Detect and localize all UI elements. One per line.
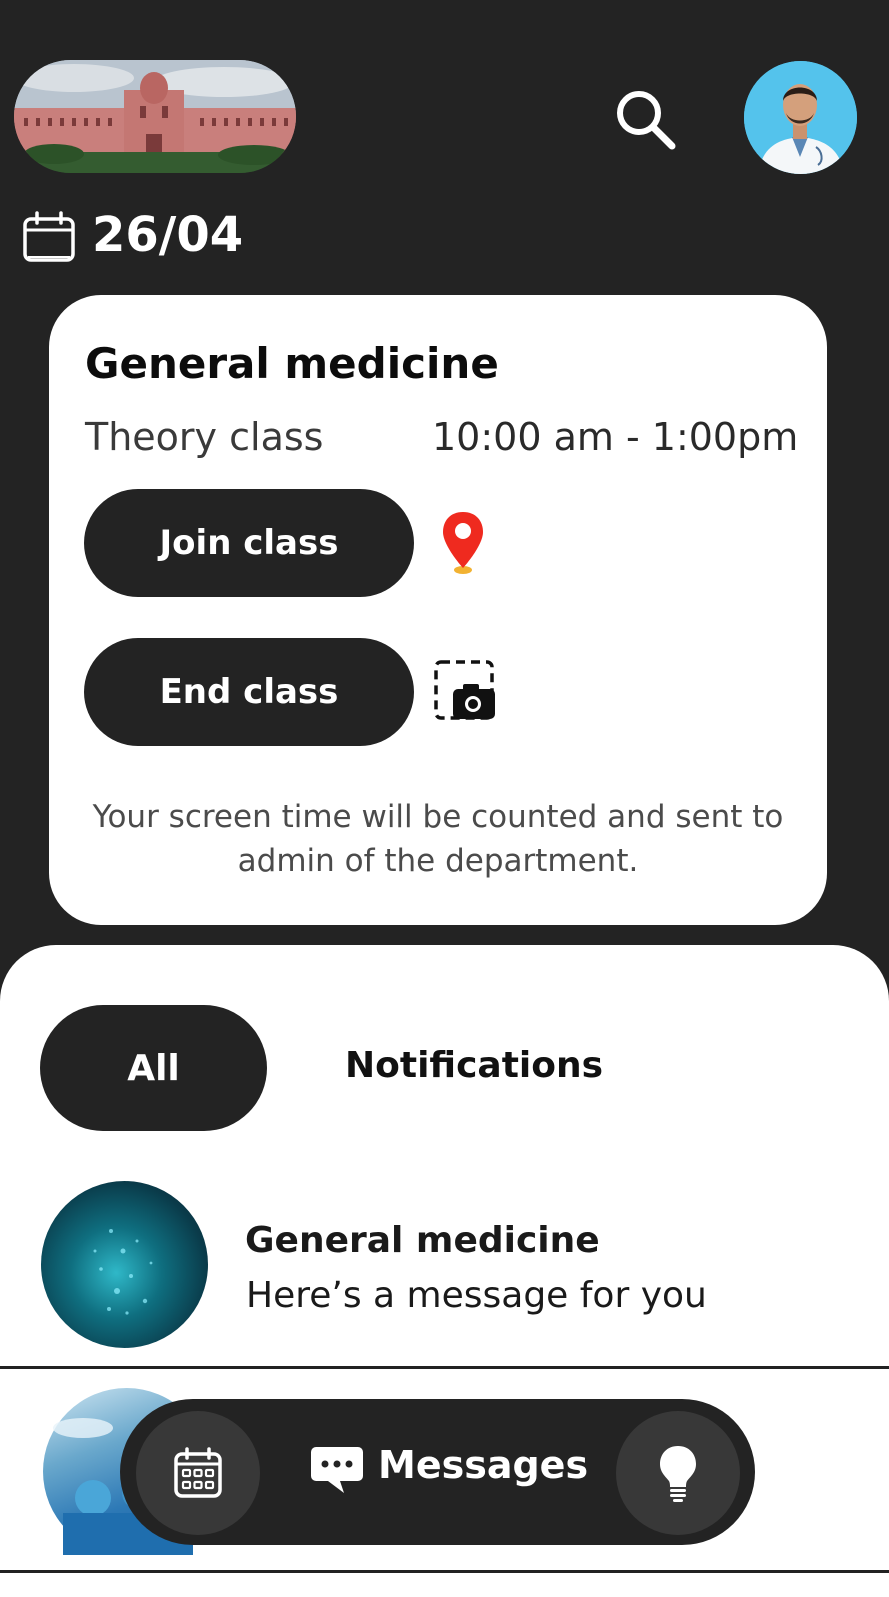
bottom-nav: Messages — [120, 1399, 755, 1545]
message-preview: Here’s a message for you — [246, 1275, 707, 1316]
avatar[interactable] — [744, 61, 857, 174]
screen-time-note: Your screen time will be counted and sen… — [92, 799, 784, 879]
search-icon[interactable] — [612, 86, 678, 152]
nav-calendar-button[interactable] — [136, 1411, 260, 1535]
class-time: 10:00 am - 1:00pm — [432, 415, 799, 459]
list-divider — [0, 1366, 889, 1369]
message-title: General medicine — [245, 1220, 600, 1261]
message-thumbnail[interactable] — [41, 1181, 208, 1348]
nav-ideas-button[interactable] — [616, 1411, 740, 1535]
nav-messages-label[interactable]: Messages — [378, 1443, 588, 1487]
tab-notifications[interactable]: Notifications — [345, 1045, 603, 1086]
location-pin-icon[interactable] — [439, 510, 487, 576]
lightbulb-icon — [660, 1446, 696, 1502]
screenshot-camera-icon[interactable] — [433, 659, 497, 723]
class-card: General medicine Theory class 10:00 am -… — [49, 295, 827, 925]
join-class-button[interactable]: Join class — [84, 489, 414, 597]
hero-image — [14, 60, 296, 173]
class-type: Theory class — [85, 415, 324, 459]
end-class-button[interactable]: End class — [84, 638, 414, 746]
class-title: General medicine — [85, 339, 499, 388]
calendar-icon — [22, 211, 76, 263]
chat-icon[interactable] — [310, 1445, 364, 1495]
date-label: 26/04 — [92, 207, 244, 263]
tab-all[interactable]: All — [40, 1005, 267, 1131]
calendar-grid-icon — [174, 1447, 222, 1498]
list-divider — [0, 1570, 889, 1573]
